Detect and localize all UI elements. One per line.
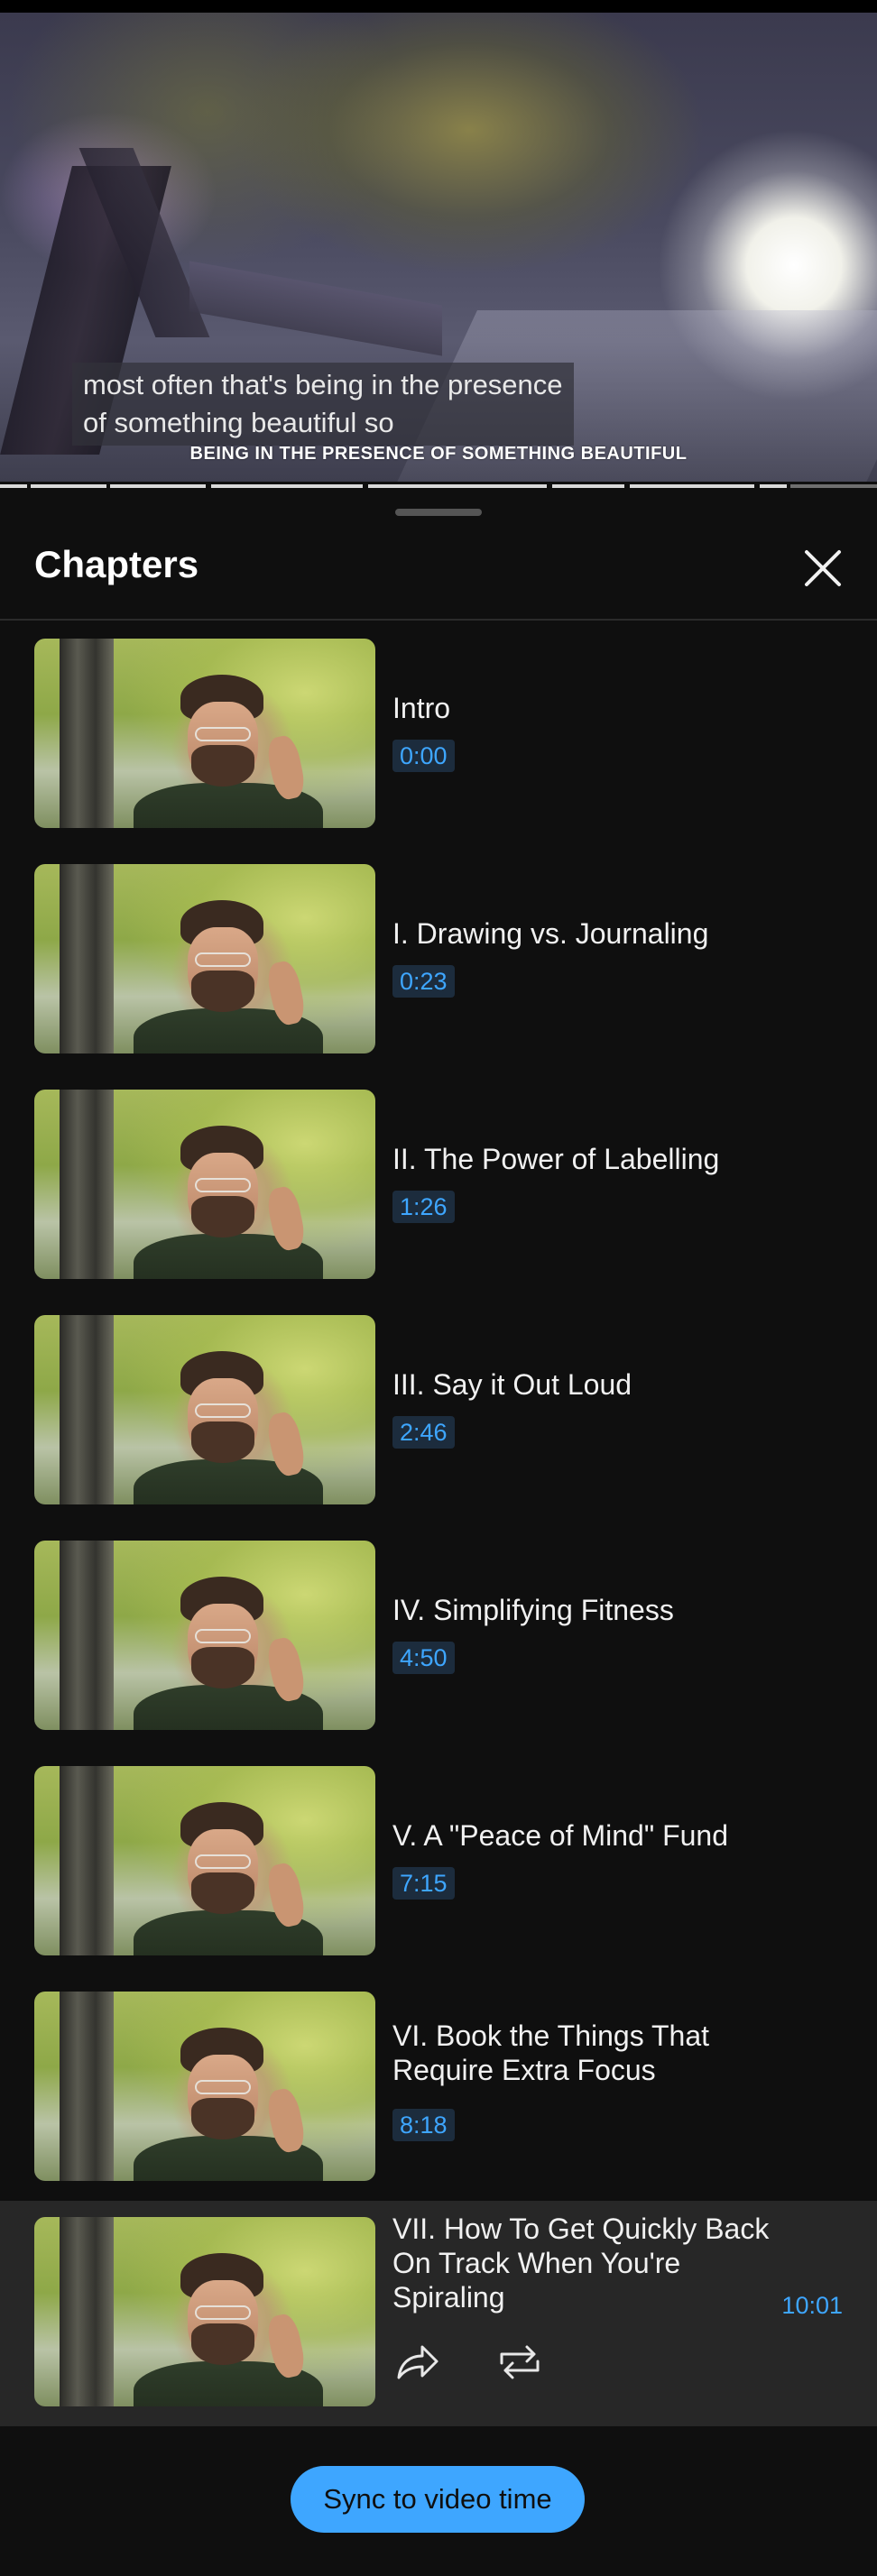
progress-segment[interactable] (0, 484, 27, 488)
close-button[interactable] (798, 543, 848, 593)
caption-line-1: most often that's being in the presence (83, 369, 563, 400)
chapter-title: IV. Simplifying Fitness (392, 1594, 674, 1626)
repeat-icon (500, 2345, 540, 2379)
chapter-title: III. Say it Out Loud (392, 1368, 632, 1401)
video-overlay-text: BEING IN THE PRESENCE OF SOMETHING BEAUT… (189, 444, 688, 464)
chapter-title: V. A "Peace of Mind" Fund (392, 1819, 728, 1852)
chapter-thumbnail (34, 2217, 375, 2406)
repeat-button[interactable] (496, 2338, 543, 2385)
progress-segment[interactable] (630, 484, 754, 488)
chapter-item[interactable]: III. Say it Out Loud 2:46 (0, 1299, 877, 1524)
chapter-timestamp[interactable]: 7:15 (392, 1867, 455, 1900)
chapter-item[interactable]: II. The Power of Labelling 1:26 (0, 1073, 877, 1299)
chapter-timestamp[interactable]: 8:18 (392, 2109, 455, 2141)
chapter-item[interactable]: IV. Simplifying Fitness 4:50 (0, 1524, 877, 1750)
progress-segment[interactable] (368, 484, 547, 488)
progress-segment[interactable] (552, 484, 624, 488)
chapter-item[interactable]: Intro 0:00 (0, 622, 877, 848)
drag-handle[interactable] (395, 509, 482, 516)
progress-segment[interactable] (110, 484, 206, 488)
share-button[interactable] (393, 2338, 440, 2385)
video-scene-bench (189, 261, 442, 356)
chapter-thumbnail (34, 1090, 375, 1279)
chapter-title: I. Drawing vs. Journaling (392, 917, 709, 950)
chapter-thumbnail (34, 864, 375, 1053)
chapter-item[interactable]: VI. Book the Things That Require Extra F… (0, 1975, 877, 2201)
close-icon (805, 550, 841, 586)
sheet-title: Chapters (34, 543, 199, 585)
progress-segment[interactable] (760, 484, 787, 488)
chapter-title: VII. How To Get Quickly Back On Track Wh… (392, 2213, 770, 2314)
chapter-title: VI. Book the Things That Require Extra F… (392, 2019, 710, 2086)
chapter-title: II. The Power of Labelling (392, 1143, 720, 1175)
chapter-item-active[interactable]: VII. How To Get Quickly Back On Track Wh… (0, 2201, 877, 2426)
sync-to-video-time-button[interactable]: Sync to video time (291, 2466, 585, 2533)
chapter-timestamp[interactable]: 4:50 (392, 1642, 455, 1674)
chapter-thumbnail (34, 1766, 375, 1955)
video-caption: most often that's being in the presence … (72, 363, 574, 446)
chapter-item[interactable]: I. Drawing vs. Journaling 0:23 (0, 848, 877, 1073)
chapter-title: Intro (392, 692, 451, 724)
share-icon (397, 2345, 438, 2379)
chapter-thumbnail (34, 639, 375, 828)
header-divider (0, 619, 877, 621)
chapter-timestamp[interactable]: 1:26 (392, 1191, 455, 1223)
progress-segment[interactable] (31, 484, 106, 488)
video-player[interactable]: most often that's being in the presence … (0, 13, 877, 482)
progress-segment[interactable] (211, 484, 363, 488)
chapter-thumbnail (34, 1992, 375, 2181)
chapter-thumbnail (34, 1541, 375, 1730)
chapters-sheet: Chapters Intro 0:00 I. Drawing vs. Journ… (0, 492, 877, 2576)
chapter-timestamp[interactable]: 0:00 (392, 740, 455, 772)
chapter-timestamp[interactable]: 0:23 (392, 965, 455, 998)
chapter-thumbnail (34, 1315, 375, 1504)
chapter-timestamp[interactable]: 2:46 (392, 1416, 455, 1449)
top-strip (0, 0, 877, 13)
progress-segment-remaining[interactable] (790, 484, 877, 488)
caption-line-2: of something beautiful so (83, 407, 394, 438)
chapter-item[interactable]: V. A "Peace of Mind" Fund 7:15 (0, 1750, 877, 1975)
chapter-timestamp[interactable]: 10:01 (774, 2289, 850, 2322)
